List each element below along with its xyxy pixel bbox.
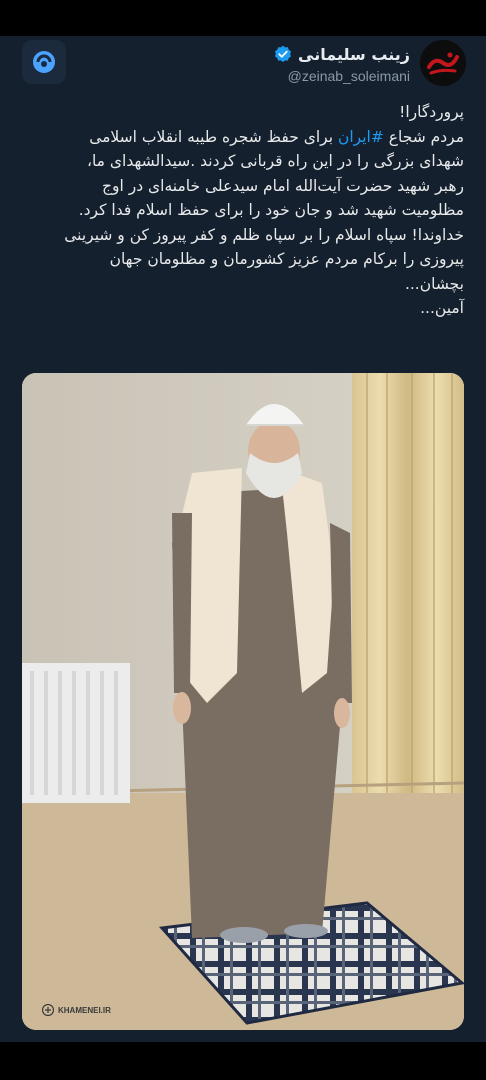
tweet-photo[interactable]: KHAMENEI.IR bbox=[22, 373, 464, 1030]
tweet-line: مردم شجاع #ایران برای حفظ شجره طیبه انقل… bbox=[20, 125, 464, 150]
status-bar bbox=[0, 0, 486, 36]
navigation-bar bbox=[0, 1042, 486, 1080]
tweet-line-prefix: مردم شجاع bbox=[388, 127, 464, 146]
tweet-line: پروردگارا! bbox=[399, 103, 464, 121]
tweet-line: مظلومیت شهید شد و جان خود را برای حفظ اس… bbox=[78, 201, 464, 219]
author-handle[interactable]: @zeinab_soleimani bbox=[288, 68, 410, 84]
tweet-text: پروردگارا! مردم شجاع #ایران برای حفظ شجر… bbox=[20, 100, 464, 321]
tweet-line-rest: برای حفظ شجره طیبه انقلاب اسلامی bbox=[89, 127, 334, 146]
tweet-line: پیروزی را برکام مردم عزیز کشورمان و مظلو… bbox=[109, 250, 464, 268]
hashtag-link[interactable]: #ایران bbox=[338, 128, 384, 146]
tweet-line: شهدای بزرگی را در این راه قربانی کردند .… bbox=[86, 152, 464, 170]
tweet-line: رهبر شهید حضرت آیت‌الله امام سیدعلی خامن… bbox=[102, 176, 464, 195]
watermark-text: KHAMENEI.IR bbox=[58, 1005, 111, 1015]
app-logo-icon[interactable] bbox=[22, 40, 66, 84]
watermark-logo-icon bbox=[42, 1004, 54, 1016]
author-display-name[interactable]: زینب سلیمانی bbox=[298, 45, 410, 64]
tweet-line: آمین... bbox=[420, 299, 464, 317]
verified-badge-icon bbox=[275, 45, 292, 62]
radiator bbox=[22, 663, 130, 803]
tweet-line: خداوندا! سپاه اسلام را بر سپاه ظلم و کفر… bbox=[64, 225, 464, 244]
tweet-line: بچشان... bbox=[404, 274, 464, 293]
avatar[interactable] bbox=[420, 40, 466, 86]
author-name-row[interactable]: زینب سلیمانی bbox=[274, 42, 410, 66]
photo-watermark: KHAMENEI.IR bbox=[42, 1004, 111, 1016]
